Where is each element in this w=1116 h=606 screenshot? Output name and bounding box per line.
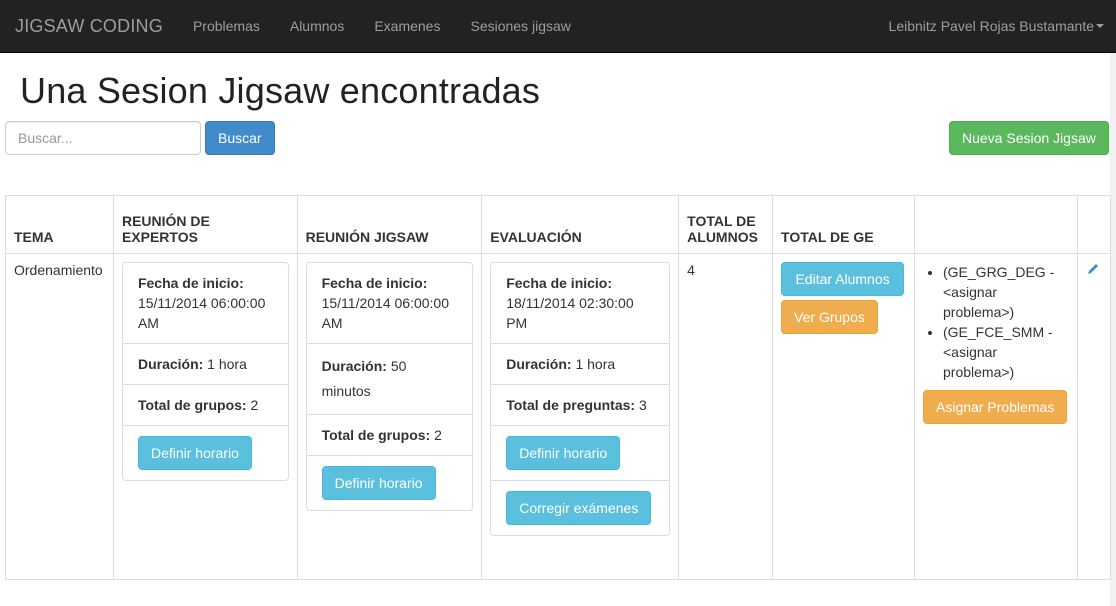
cell-jigsaw: Fecha de inicio: 15/11/2014 06:00:00 AM … bbox=[296, 253, 483, 580]
ge-list: (GE_GRG_DEG - <asignar problema>) (GE_FC… bbox=[923, 262, 1069, 382]
header-tema[interactable]: TEMA bbox=[5, 195, 114, 254]
expertos-grupos-label: Total de grupos: bbox=[137, 397, 247, 413]
sessions-table: TEMA REUNIÓN DE EXPERTOS REUNIÓN JIGSAW … bbox=[5, 195, 1112, 580]
cell-total-ge: Editar Alumnos Ver Grupos bbox=[772, 253, 915, 580]
cell-evaluacion: Fecha de inicio: 18/11/2014 02:30:00 PM … bbox=[481, 253, 680, 580]
evaluacion-duracion: Duración: 1 hora bbox=[491, 343, 670, 384]
header-evaluacion: EVALUACIÓN bbox=[481, 195, 680, 254]
page-title: Una Sesion Jigsaw encontradas bbox=[20, 70, 541, 111]
jigsaw-grupos: Total de grupos: 2 bbox=[306, 414, 473, 455]
expertos-actions: Definir horario bbox=[122, 425, 288, 480]
header-total-alumnos-line2: ALUMNOS bbox=[687, 229, 758, 245]
header-blank-2 bbox=[1076, 195, 1112, 254]
expertos-fecha-value: 15/11/2014 06:00:00 AM bbox=[137, 295, 266, 331]
expertos-grupos: Total de grupos: 2 bbox=[122, 384, 288, 425]
header-jigsaw: REUNIÓN JIGSAW bbox=[296, 195, 483, 254]
header-blank bbox=[914, 195, 1078, 254]
expertos-fecha: Fecha de inicio: 15/11/2014 06:00:00 AM bbox=[123, 263, 288, 343]
table-header-row: TEMA REUNIÓN DE EXPERTOS REUNIÓN JIGSAW … bbox=[5, 195, 1112, 254]
jigsaw-panel: Fecha de inicio: 15/11/2014 06:00:00 AM … bbox=[305, 262, 474, 511]
cell-tema: Ordenamiento bbox=[5, 253, 114, 580]
editar-alumnos-button[interactable]: Editar Alumnos bbox=[781, 262, 905, 296]
cell-edit bbox=[1076, 253, 1112, 580]
evaluacion-definir-horario-button[interactable]: Definir horario bbox=[506, 436, 621, 470]
jigsaw-grupos-value: 2 bbox=[430, 427, 442, 443]
search-button[interactable]: Buscar bbox=[205, 121, 275, 155]
jigsaw-fecha-label: Fecha de inicio: bbox=[321, 275, 428, 291]
evaluacion-horario-actions: Definir horario bbox=[491, 425, 670, 480]
header-total-ge: TOTAL DE GE bbox=[772, 195, 915, 254]
corregir-examenes-button[interactable]: Corregir exámenes bbox=[506, 491, 652, 525]
nav-examenes[interactable]: Examenes bbox=[359, 18, 455, 34]
expertos-fecha-label: Fecha de inicio: bbox=[137, 275, 244, 291]
nav-sesiones-jigsaw[interactable]: Sesiones jigsaw bbox=[455, 18, 585, 34]
new-session-button[interactable]: Nueva Sesion Jigsaw bbox=[949, 121, 1109, 155]
evaluacion-panel: Fecha de inicio: 18/11/2014 02:30:00 PM … bbox=[490, 262, 671, 536]
header-total-alumnos-line1: TOTAL DE bbox=[687, 213, 756, 229]
ver-grupos-button[interactable]: Ver Grupos bbox=[781, 300, 878, 334]
expertos-duracion-value: 1 hora bbox=[203, 356, 247, 372]
jigsaw-definir-horario-button[interactable]: Definir horario bbox=[321, 466, 436, 500]
header-expertos: REUNIÓN DE EXPERTOS bbox=[112, 195, 298, 254]
cell-expertos: Fecha de inicio: 15/11/2014 06:00:00 AM … bbox=[112, 253, 298, 580]
jigsaw-actions: Definir horario bbox=[306, 455, 473, 510]
expertos-duracion: Duración: 1 hora bbox=[122, 343, 288, 384]
table-row: Ordenamiento Fecha de inicio: 15/11/2014… bbox=[5, 253, 1112, 580]
cell-ge-list: (GE_GRG_DEG - <asignar problema>) (GE_FC… bbox=[914, 253, 1078, 580]
evaluacion-fecha-value: 18/11/2014 02:30:00 PM bbox=[506, 295, 634, 331]
search-input[interactable] bbox=[5, 121, 201, 155]
expertos-grupos-value: 2 bbox=[246, 397, 259, 413]
evaluacion-duracion-value: 1 hora bbox=[571, 356, 616, 372]
jigsaw-grupos-label: Total de grupos: bbox=[321, 427, 431, 443]
jigsaw-fecha: Fecha de inicio: 15/11/2014 06:00:00 AM bbox=[307, 263, 473, 343]
expertos-definir-horario-button[interactable]: Definir horario bbox=[137, 436, 252, 470]
evaluacion-preguntas-label: Total de preguntas: bbox=[506, 397, 636, 413]
evaluacion-fecha: Fecha de inicio: 18/11/2014 02:30:00 PM bbox=[491, 263, 669, 343]
evaluacion-fecha-label: Fecha de inicio: bbox=[506, 275, 613, 291]
user-menu[interactable]: Leibnitz Pavel Rojas Bustamante bbox=[889, 18, 1116, 34]
jigsaw-duracion: Duración: 50 minutos bbox=[306, 343, 473, 414]
expertos-duracion-label: Duración: bbox=[137, 356, 204, 372]
list-item: (GE_FCE_SMM - <asignar problema>) bbox=[943, 322, 1069, 382]
pencil-icon[interactable] bbox=[1086, 263, 1100, 279]
list-item: (GE_GRG_DEG - <asignar problema>) bbox=[943, 262, 1069, 322]
expertos-panel: Fecha de inicio: 15/11/2014 06:00:00 AM … bbox=[121, 262, 289, 481]
evaluacion-duracion-label: Duración: bbox=[506, 356, 572, 372]
nav-problemas[interactable]: Problemas bbox=[178, 18, 275, 34]
evaluacion-preguntas: Total de preguntas: 3 bbox=[491, 384, 670, 425]
jigsaw-fecha-value: 15/11/2014 06:00:00 AM bbox=[321, 295, 450, 331]
navbar: JIGSAW CODING Problemas Alumnos Examenes… bbox=[0, 0, 1116, 53]
evaluacion-corregir-actions: Corregir exámenes bbox=[491, 480, 670, 535]
cell-total-alumnos: 4 bbox=[678, 253, 774, 580]
brand-link[interactable]: JIGSAW CODING bbox=[15, 16, 163, 37]
evaluacion-preguntas-value: 3 bbox=[635, 397, 647, 413]
user-name: Leibnitz Pavel Rojas Bustamante bbox=[888, 18, 1094, 34]
jigsaw-duracion-label: Duración: bbox=[321, 358, 387, 374]
asignar-problemas-button[interactable]: Asignar Problemas bbox=[923, 390, 1068, 424]
caret-down-icon bbox=[1096, 24, 1104, 28]
header-total-alumnos: TOTAL DE ALUMNOS bbox=[678, 195, 774, 254]
nav-alumnos[interactable]: Alumnos bbox=[275, 18, 359, 34]
